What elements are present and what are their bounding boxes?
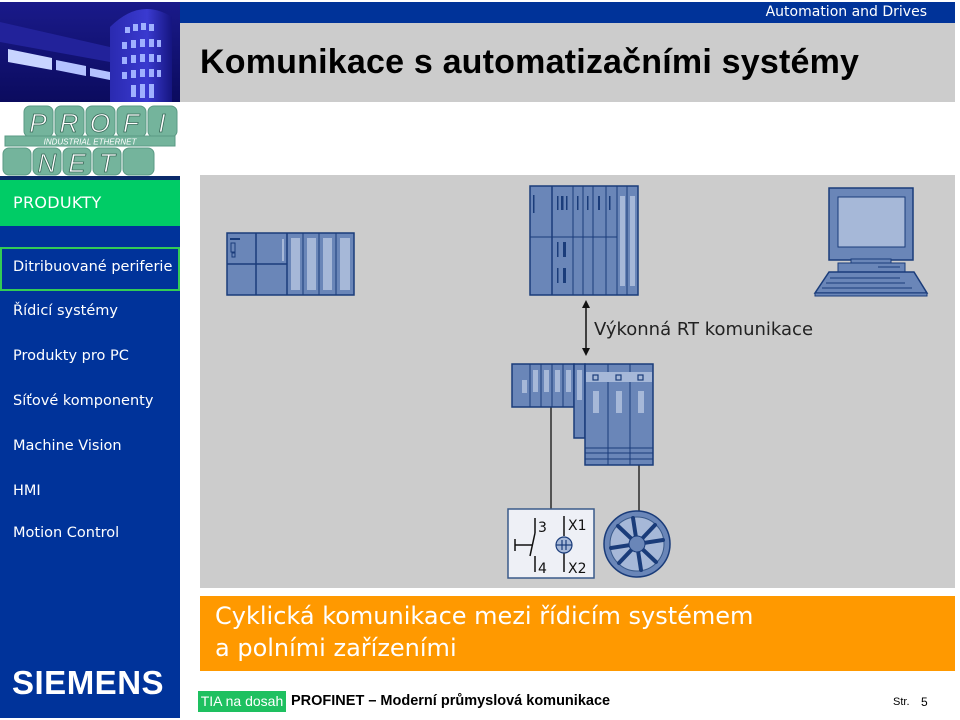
siemens-logo: SIEMENS	[12, 664, 165, 701]
brand-bar: Automation and Drives	[180, 2, 955, 23]
diagram-panel: Výkonná RT komunikace 3 4 X1 X2	[200, 175, 955, 588]
logo-letter: O	[90, 108, 110, 138]
rt-link-label: Výkonná RT komunikace	[594, 319, 813, 340]
sidebar-item-pc-products[interactable]: Produkty pro PC	[0, 336, 180, 380]
sidebar-item-label: Ditribuované periferie	[13, 259, 173, 275]
caption-banner: Cyklická komunikace mezi řídicím systéme…	[200, 596, 955, 671]
profinet-logo: P R O F I N E T INDUSTRIAL ETHERNET	[0, 102, 180, 178]
sidebar-item-label: Síťové komponenty	[13, 393, 154, 409]
sidebar-section-label: PRODUKTY	[13, 193, 102, 212]
tia-badge: TIA na dosah	[198, 691, 286, 712]
sidebar-item-label: HMI	[13, 483, 41, 499]
sidebar-item-label: Motion Control	[13, 525, 120, 541]
pushbutton-switch: 3 4 X1 X2	[507, 508, 595, 579]
sidebar: PRODUKTY Ditribuované periferie Řídicí s…	[0, 176, 180, 718]
pc-workstation	[813, 187, 929, 297]
contact-label-top: 3	[538, 520, 547, 536]
logo-letter: T	[99, 148, 117, 176]
terminal-label-top: X1	[568, 518, 587, 534]
rt-link-arrow	[582, 300, 590, 356]
motor	[603, 510, 671, 578]
sidebar-item-label: Machine Vision	[13, 438, 122, 454]
compact-plc	[226, 232, 355, 296]
page-number: 5	[921, 695, 928, 709]
profinet-logo-graphic: P R O F I N E T INDUSTRIAL ETHERNET	[2, 105, 178, 178]
brand-label: Automation and Drives	[765, 4, 927, 20]
logo-letter: R	[60, 108, 79, 138]
logo-letter: E	[68, 148, 86, 176]
logo-tile	[122, 147, 155, 176]
distributed-io	[511, 363, 586, 439]
network-diagram: Výkonná RT komunikace 3 4 X1 X2	[226, 185, 929, 579]
building-photo-graphic	[0, 2, 180, 102]
logo-letter: F	[123, 108, 141, 138]
caption-line-2: a polními zařízeními	[215, 634, 457, 662]
building-photo	[0, 2, 180, 102]
sidebar-item-hmi[interactable]: HMI	[0, 471, 180, 515]
terminal-label-bottom: X2	[568, 561, 587, 577]
logo-letter: P	[29, 108, 47, 138]
sidebar-item-label: Produkty pro PC	[13, 348, 129, 364]
caption-line-1: Cyklická komunikace mezi řídicím systéme…	[215, 602, 754, 630]
title-band: Komunikace s automatizačními systémy	[180, 23, 955, 102]
drive	[584, 363, 654, 466]
sidebar-item-distributed-io[interactable]: Ditribuované periferie	[0, 247, 180, 291]
sidebar-item-label: Řídicí systémy	[13, 303, 118, 319]
sidebar-item-motion-control[interactable]: Motion Control	[0, 513, 180, 557]
logo-letter: I	[158, 108, 165, 138]
logo-tagline: INDUSTRIAL ETHERNET	[44, 138, 138, 147]
rack-plc	[529, 185, 639, 296]
logo-tile	[2, 147, 32, 176]
page-label: Str.	[893, 696, 910, 708]
contact-label-bottom: 4	[538, 561, 547, 577]
sidebar-section-header[interactable]: PRODUKTY	[0, 180, 180, 226]
footer-title: PROFINET – Moderní průmyslová komunikace	[291, 693, 611, 709]
logo-letter: N	[38, 148, 57, 176]
sidebar-item-network-components[interactable]: Síťové komponenty	[0, 381, 180, 425]
sidebar-item-machine-vision[interactable]: Machine Vision	[0, 426, 180, 470]
sidebar-item-control-systems[interactable]: Řídicí systémy	[0, 291, 180, 335]
page-title: Komunikace s automatizačními systémy	[200, 43, 860, 81]
